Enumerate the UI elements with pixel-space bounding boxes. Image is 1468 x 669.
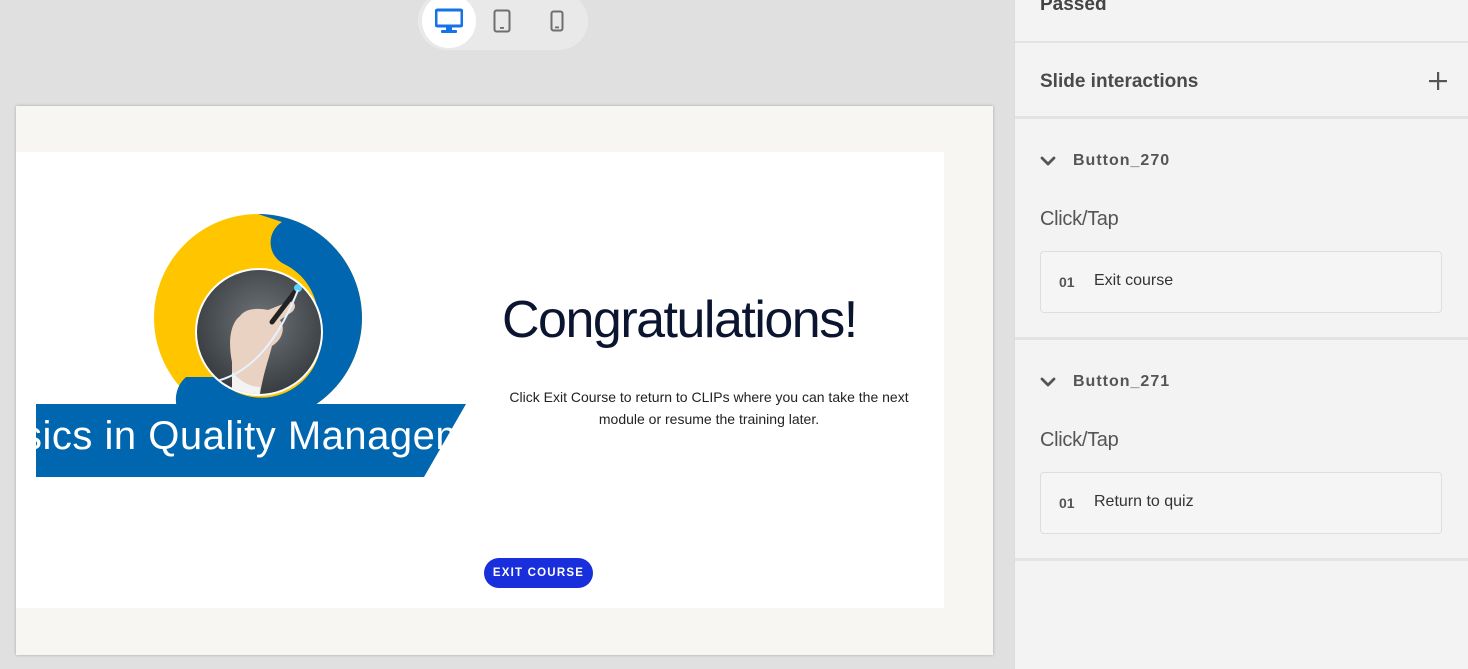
button-name: Button_271: [1073, 373, 1171, 390]
status-label: Passed: [1040, 0, 1107, 15]
slide-interactions-header: Slide interactions: [1015, 43, 1468, 119]
congratulations-heading: Congratulations!: [502, 291, 858, 349]
mobile-icon: [550, 10, 564, 32]
interaction-button-270: Button_270 Click/Tap 01 Exit course: [1015, 119, 1468, 340]
chevron-down-icon: [1040, 377, 1056, 387]
desktop-view-button[interactable]: [422, 0, 476, 48]
chevron-down-icon: [1040, 156, 1056, 166]
button-270-toggle[interactable]: Button_270: [1037, 149, 1170, 173]
course-title-text: sics in Quality Management: [36, 414, 466, 458]
action-label: Exit course: [1094, 272, 1174, 289]
action-number: 01: [1059, 495, 1075, 511]
tablet-view-button[interactable]: [475, 0, 529, 48]
action-item[interactable]: 01 Exit course: [1040, 251, 1442, 313]
course-title-banner: sics in Quality Management: [36, 404, 466, 477]
button-271-toggle[interactable]: Button_271: [1037, 370, 1170, 394]
desktop-icon: [435, 8, 463, 33]
slide-canvas: sics in Quality Management Congratulatio…: [16, 152, 944, 608]
exit-course-button[interactable]: EXIT COURSE: [484, 558, 593, 588]
action-label: Return to quiz: [1094, 493, 1194, 510]
mobile-view-button[interactable]: [530, 0, 584, 48]
slide-interactions-title: Slide interactions: [1040, 71, 1199, 92]
device-switcher: [418, 0, 588, 50]
plus-icon[interactable]: [1427, 70, 1449, 92]
tablet-icon: [493, 9, 511, 33]
interactions-panel: Passed Slide interactions Button_270 Cli…: [1014, 0, 1468, 669]
button-name: Button_270: [1073, 152, 1171, 169]
trigger-label: Click/Tap: [1040, 208, 1119, 230]
course-logo: sics in Quality Management: [36, 212, 466, 482]
interaction-button-271: Button_271 Click/Tap 01 Return to quiz: [1015, 340, 1468, 561]
action-item[interactable]: 01 Return to quiz: [1040, 472, 1442, 534]
trigger-label: Click/Tap: [1040, 429, 1119, 451]
exit-instructions-text: Click Exit Course to return to CLIPs whe…: [509, 389, 909, 427]
status-section: Passed: [1015, 0, 1468, 43]
action-number: 01: [1059, 274, 1075, 290]
slide-stage: sics in Quality Management Congratulatio…: [16, 106, 993, 655]
